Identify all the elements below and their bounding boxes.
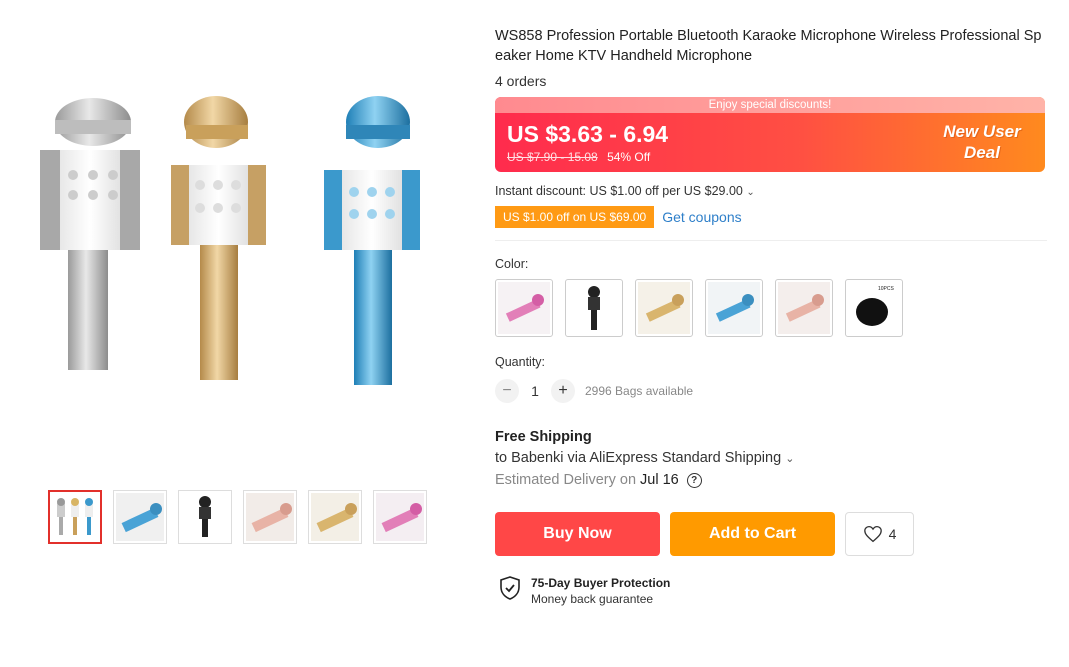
color-option-rose-gold[interactable]: [775, 279, 833, 337]
get-coupons-link[interactable]: Get coupons: [662, 209, 741, 225]
thumbnail-rose-gold-mic[interactable]: [243, 490, 297, 544]
shipping-method-text: to Babenki via AliExpress Standard Shipp…: [495, 450, 782, 466]
price-banner: Enjoy special discounts! US $3.63 - 6.94…: [495, 97, 1045, 172]
color-option-blue[interactable]: [705, 279, 763, 337]
instant-discount-text: Instant discount: US $1.00 off per US $2…: [495, 184, 743, 198]
product-title: WS858 Profession Portable Bluetooth Kara…: [495, 28, 1042, 64]
price-sub: US $7.90 - 15.08 54% Off: [507, 150, 650, 164]
discount-percent: 54% Off: [607, 150, 651, 164]
thumbnail-pink-mic[interactable]: [373, 490, 427, 544]
discount-strip: Enjoy special discounts!: [495, 97, 1045, 113]
coupon-row: US $1.00 off on US $69.00 Get coupons: [495, 206, 1047, 228]
divider: [495, 240, 1047, 241]
color-option-black[interactable]: [565, 279, 623, 337]
protection-subtitle: Money back guarantee: [531, 592, 654, 606]
coupon-badge: US $1.00 off on US $69.00: [495, 206, 655, 228]
color-option-pink[interactable]: [495, 279, 553, 337]
wishlist-button[interactable]: 4: [845, 512, 914, 556]
question-icon[interactable]: ?: [686, 472, 702, 488]
shield-check-icon: [500, 576, 520, 600]
quantity-increase-button[interactable]: +: [551, 379, 575, 403]
delivery-label: Estimated Delivery on: [495, 472, 637, 488]
quantity-value[interactable]: 1: [519, 383, 551, 399]
product-info: WS858 Profession Portable Bluetooth Kara…: [495, 26, 1047, 606]
heart-icon: [863, 525, 882, 543]
buyer-protection: 75-Day Buyer Protection Money back guara…: [499, 576, 1047, 606]
color-label: Color:: [495, 257, 529, 271]
thumbnail-black-mic[interactable]: [178, 490, 232, 544]
quantity-label: Quantity:: [495, 355, 546, 369]
wishlist-count: 4: [888, 526, 897, 542]
thumbnail-blue-mic[interactable]: [113, 490, 167, 544]
deal-label: Deal: [964, 143, 1000, 162]
buy-now-button[interactable]: Buy Now: [495, 512, 660, 556]
pack-count-label: 10PCS: [878, 286, 895, 292]
shipping-method[interactable]: to Babenki via AliExpress Standard Shipp…: [495, 450, 1047, 466]
delivery-date: Jul 16: [640, 472, 679, 488]
microphones-image: [40, 96, 420, 385]
action-buttons: Buy Now Add to Cart 4: [495, 512, 1047, 556]
current-price: US $3.63 - 6.94: [507, 121, 669, 147]
color-option-gold[interactable]: [635, 279, 693, 337]
thumbnail-strip: [48, 490, 427, 544]
new-user-deal-badge: New User Deal: [937, 121, 1027, 163]
chevron-down-icon: ⌄: [785, 453, 795, 465]
original-price: US $7.90 - 15.08: [507, 150, 598, 164]
protection-title: 75-Day Buyer Protection: [531, 576, 671, 590]
color-swatches: 10PCS: [495, 279, 1047, 337]
estimated-delivery: Estimated Delivery on Jul 16 ?: [495, 472, 1047, 488]
thumbnail-three-mics[interactable]: [48, 490, 102, 544]
stock-available: 2996 Bags available: [585, 384, 694, 398]
order-count: 4 orders: [495, 73, 547, 89]
new-user-label: New User: [943, 122, 1021, 141]
thumbnail-gold-mic[interactable]: [308, 490, 362, 544]
shipping-title: Free Shipping: [495, 429, 592, 445]
instant-discount[interactable]: Instant discount: US $1.00 off per US $2…: [495, 184, 1047, 198]
chevron-down-icon: ⌄: [746, 187, 755, 198]
main-product-image[interactable]: [28, 80, 428, 410]
add-to-cart-button[interactable]: Add to Cart: [670, 512, 835, 556]
color-option-cover[interactable]: 10PCS: [845, 279, 903, 337]
quantity-stepper: − 1 + 2996 Bags available: [495, 379, 1047, 403]
quantity-decrease-button[interactable]: −: [495, 379, 519, 403]
